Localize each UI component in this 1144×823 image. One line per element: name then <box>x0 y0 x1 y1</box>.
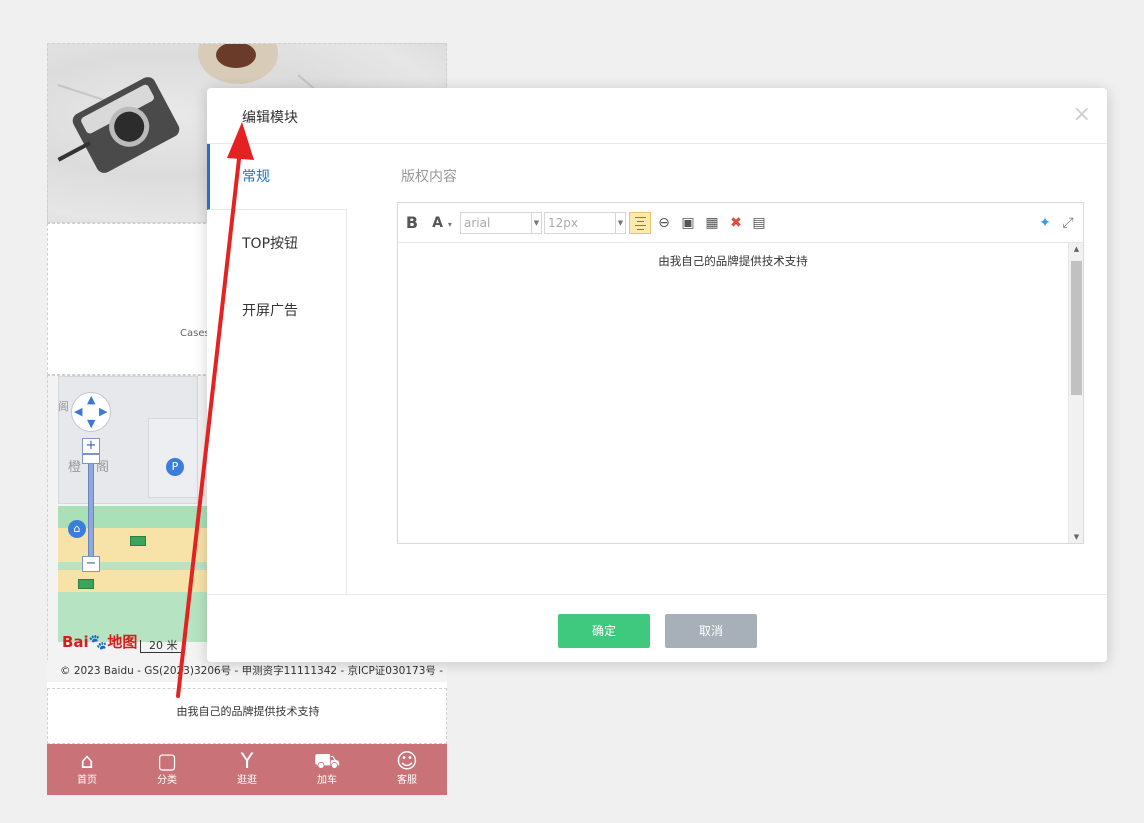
camera-image <box>57 74 183 176</box>
rich-text-editor: B A ▾ arial ▼ 12px ▼ ⊖ ▣ ▦ ✖ ▤ ✦ ⤢ 由我自己的… <box>397 202 1084 544</box>
map-place-label: 阁 <box>58 400 69 413</box>
fullscreen-icon[interactable]: ⤢ <box>1060 213 1076 233</box>
bus-stop-icon[interactable] <box>78 579 94 589</box>
scroll-down-icon[interactable]: ▼ <box>1069 531 1084 543</box>
bag-icon: ▢ <box>157 749 177 773</box>
pan-up-icon[interactable]: ▲ <box>87 393 95 406</box>
font-size-select[interactable]: 12px ▼ <box>544 212 626 234</box>
baidu-paw-icon: 🐾 <box>88 633 108 651</box>
dialog-side-nav: 常规 TOP按钮 开屏广告 <box>207 144 347 594</box>
pan-down-icon[interactable]: ▼ <box>87 417 95 430</box>
zoom-in-button[interactable]: + <box>82 438 100 454</box>
cancel-button[interactable]: 取消 <box>665 614 757 648</box>
nav-item-splash-ad[interactable]: 开屏广告 <box>207 278 347 344</box>
footer-text: 由我自己的品牌提供技术支持 <box>176 705 320 718</box>
zoom-out-button[interactable]: − <box>82 556 100 572</box>
bold-button[interactable]: B <box>404 213 420 233</box>
cases-text: Cases <box>180 328 210 339</box>
dialog-title: 编辑模块 <box>242 110 298 126</box>
editor-content-area[interactable]: 由我自己的品牌提供技术支持 <box>398 243 1068 543</box>
bottom-tabbar: ⌂ 首页 ▢ 分类 Y 逛逛 ⛟ 加车 ☺ 客服 <box>47 744 447 795</box>
tab-browse[interactable]: Y 逛逛 <box>217 744 277 795</box>
editor-scrollbar[interactable]: ▲ ▼ <box>1068 243 1083 543</box>
bus-stop-icon[interactable] <box>130 536 146 546</box>
font-family-select[interactable]: arial ▼ <box>460 212 542 234</box>
align-center-button[interactable] <box>629 212 651 234</box>
editor-toolbar: B A ▾ arial ▼ 12px ▼ ⊖ ▣ ▦ ✖ ▤ ✦ ⤢ <box>398 203 1083 243</box>
map-place-label: 橙 <box>68 460 82 475</box>
footer-module[interactable]: 由我自己的品牌提供技术支持 <box>47 688 447 744</box>
dialog-header: 编辑模块 × <box>207 88 1107 144</box>
grid-icon[interactable]: ▤ <box>751 213 767 233</box>
nav-item-general[interactable]: 常规 <box>207 144 347 210</box>
tab-service[interactable]: ☺ 客服 <box>377 744 437 795</box>
pan-right-icon[interactable]: ▶ <box>99 405 107 418</box>
editor-content-text: 由我自己的品牌提供技术支持 <box>658 254 808 268</box>
map-scale: 20 米 <box>140 640 184 653</box>
map-pan-control[interactable]: ▲ ▼ ◀ ▶ <box>71 392 111 432</box>
tab-home[interactable]: ⌂ 首页 <box>57 744 117 795</box>
tab-cart[interactable]: ⛟ 加车 <box>297 744 357 795</box>
baidu-map-logo: Bai🐾地图 <box>62 633 138 651</box>
cocktail-icon: Y <box>240 749 254 773</box>
dialog-footer: 确定 取消 <box>207 594 1107 662</box>
tab-category[interactable]: ▢ 分类 <box>137 744 197 795</box>
parking-pin-icon[interactable]: P <box>166 458 184 476</box>
zoom-handle[interactable] <box>82 454 100 464</box>
nav-item-top-button[interactable]: TOP按钮 <box>207 211 347 277</box>
insert-image-icon[interactable]: ▣ <box>678 213 698 233</box>
confirm-button[interactable]: 确定 <box>558 614 650 648</box>
scroll-thumb[interactable] <box>1071 261 1082 395</box>
scroll-up-icon[interactable]: ▲ <box>1069 243 1084 255</box>
chevron-down-icon: ▼ <box>531 213 541 233</box>
chevron-down-icon: ▼ <box>615 213 625 233</box>
headset-icon: ☺ <box>396 749 418 773</box>
gift-icon[interactable]: ✦ <box>1036 213 1054 233</box>
link-icon[interactable]: ⊖ <box>654 213 674 233</box>
bowl-image <box>198 44 278 84</box>
copyright-content-label: 版权内容 <box>401 169 457 185</box>
cart-icon: ⛟ <box>313 749 341 773</box>
font-color-button[interactable]: A ▾ <box>430 213 454 233</box>
close-icon[interactable]: × <box>1073 102 1091 127</box>
edit-module-dialog: 编辑模块 × 常规 TOP按钮 开屏广告 版权内容 B A ▾ arial ▼ … <box>207 88 1107 662</box>
pan-left-icon[interactable]: ◀ <box>74 405 82 418</box>
location-pin-icon[interactable]: ⌂ <box>68 520 86 538</box>
clear-format-icon[interactable]: ✖ <box>727 213 745 233</box>
store-icon: ⌂ <box>80 749 94 773</box>
map-copyright: © 2023 Baidu - GS(2023)3206号 - 甲测资字11111… <box>47 660 447 682</box>
table-icon[interactable]: ▦ <box>703 213 721 233</box>
